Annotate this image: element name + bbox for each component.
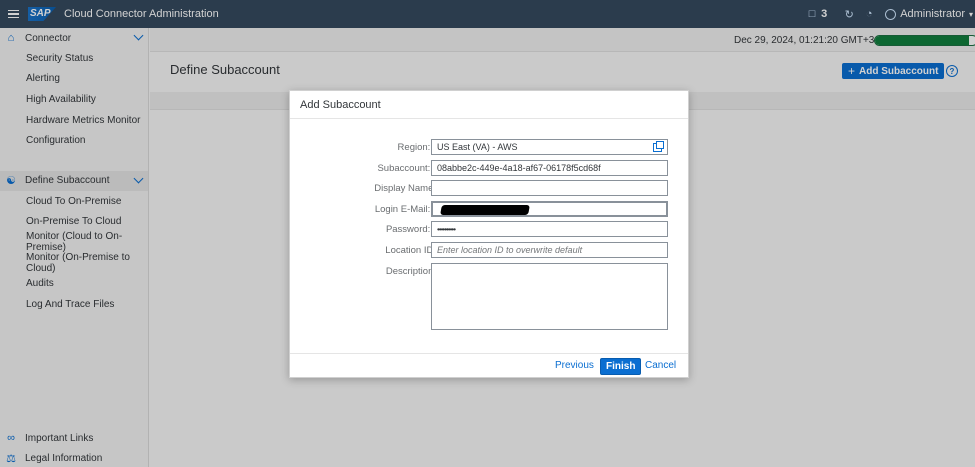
description-row: Description: xyxy=(290,263,690,330)
location-id-label: Location ID: xyxy=(385,245,436,256)
login-email-row: Login E-Mail:* xyxy=(290,201,690,217)
cancel-button[interactable]: Cancel xyxy=(645,360,676,371)
subaccount-field[interactable]: 08abbe2c-449e-4a18-af67-06178f5cd68f xyxy=(431,160,668,176)
region-value: US East (VA) - AWS xyxy=(437,142,518,152)
region-field[interactable]: US East (VA) - AWS xyxy=(431,139,668,155)
finish-button[interactable]: Finish xyxy=(600,358,642,375)
password-field[interactable]: •••••••••• xyxy=(431,221,668,237)
display-name-field[interactable] xyxy=(431,180,668,196)
location-id-row: Location ID: Enter location ID to overwr… xyxy=(290,242,690,258)
description-label: Description: xyxy=(385,266,436,277)
login-email-label: Login E-Mail:* xyxy=(374,204,436,215)
password-label: Password:* xyxy=(385,224,436,235)
region-row: Region:* US East (VA) - AWS xyxy=(290,139,690,155)
description-textarea[interactable] xyxy=(431,263,668,330)
display-name-label: Display Name: xyxy=(374,183,436,194)
display-name-row: Display Name: xyxy=(290,180,690,196)
previous-button[interactable]: Previous xyxy=(555,360,594,371)
dialog-footer: Previous Finish Cancel xyxy=(290,353,688,379)
subaccount-row: Subaccount:* 08abbe2c-449e-4a18-af67-061… xyxy=(290,160,690,176)
value-help-icon[interactable] xyxy=(653,141,664,152)
password-row: Password:* •••••••••• xyxy=(290,221,690,237)
subaccount-label: Subaccount:* xyxy=(377,163,436,174)
location-id-field[interactable]: Enter location ID to overwrite default xyxy=(431,242,668,258)
dialog-title: Add Subaccount xyxy=(290,91,688,119)
login-email-field[interactable] xyxy=(431,201,668,217)
redacted-email xyxy=(440,205,530,215)
add-subaccount-dialog: Add Subaccount Region:* US East (VA) - A… xyxy=(289,90,689,378)
